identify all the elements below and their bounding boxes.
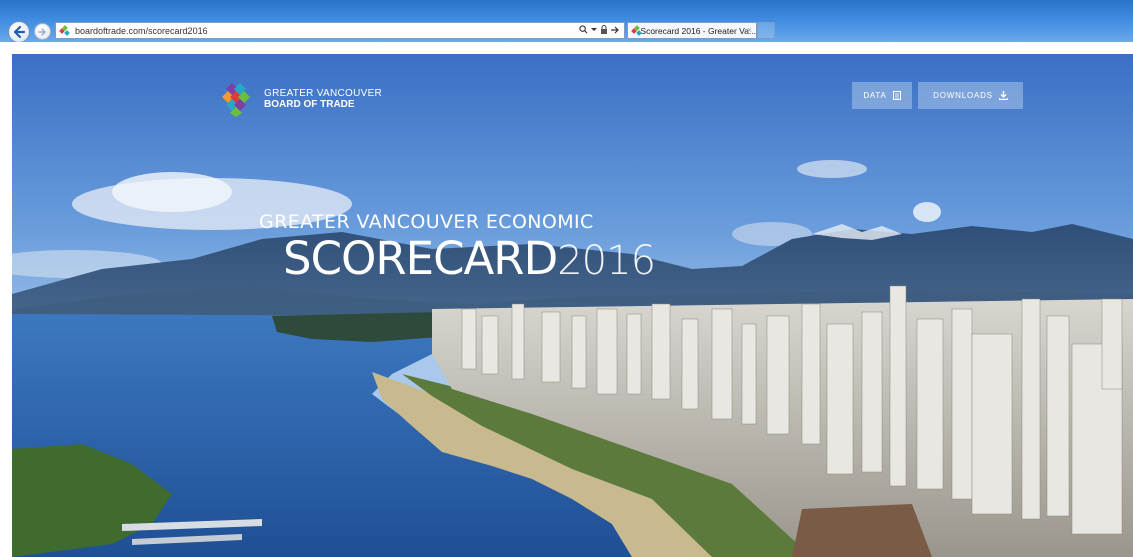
document-icon (892, 91, 901, 100)
tab-favicon-icon (631, 24, 642, 36)
hero-title: SCORECARD2016 (283, 232, 656, 285)
back-button[interactable] (8, 21, 30, 43)
search-icon[interactable] (579, 25, 588, 34)
site-favicon-icon (59, 24, 70, 36)
address-url: boardoftrade.com/scorecard2016 (75, 25, 208, 36)
arrow-right-icon (37, 27, 46, 36)
new-tab-button[interactable] (757, 22, 775, 39)
browser-chrome: boardoftrade.com/scorecard2016 Scorecard… (0, 0, 1133, 43)
hero-banner: GREATER VANCOUVER BOARD OF TRADE DATA DO… (12, 54, 1133, 557)
logo-line2: BOARD OF TRADE (264, 99, 355, 110)
address-bar-icons[interactable] (579, 25, 620, 34)
go-arrow-icon[interactable] (611, 26, 620, 34)
browser-tab[interactable]: Scorecard 2016 - Greater Va... × (627, 22, 757, 39)
hero-title-year: 2016 (557, 238, 656, 284)
downloads-button[interactable]: DOWNLOADS (918, 82, 1023, 109)
logo-text: GREATER VANCOUVER BOARD OF TRADE (264, 88, 382, 110)
hero-eyebrow: GREATER VANCOUVER ECONOMIC (259, 211, 594, 233)
hero-title-word: SCORECARD (283, 232, 558, 285)
address-bar[interactable]: boardoftrade.com/scorecard2016 (55, 22, 625, 39)
lock-icon[interactable] (600, 25, 608, 34)
download-icon (998, 91, 1008, 100)
downloads-button-label: DOWNLOADS (933, 91, 993, 100)
chrome-separator (0, 42, 1133, 54)
close-tab-icon[interactable]: × (747, 25, 752, 35)
site-logo[interactable]: GREATER VANCOUVER BOARD OF TRADE (222, 81, 382, 117)
dropdown-icon[interactable] (591, 27, 597, 33)
data-button-label: DATA (863, 91, 887, 100)
vancouver-skyline-photo (12, 54, 1133, 557)
forward-button[interactable] (34, 23, 51, 40)
data-button[interactable]: DATA (852, 82, 912, 109)
tab-title: Scorecard 2016 - Greater Va... (640, 25, 756, 36)
arrow-left-icon (13, 25, 26, 39)
logo-line1: GREATER VANCOUVER (264, 88, 383, 99)
board-of-trade-logo-icon (222, 81, 258, 117)
